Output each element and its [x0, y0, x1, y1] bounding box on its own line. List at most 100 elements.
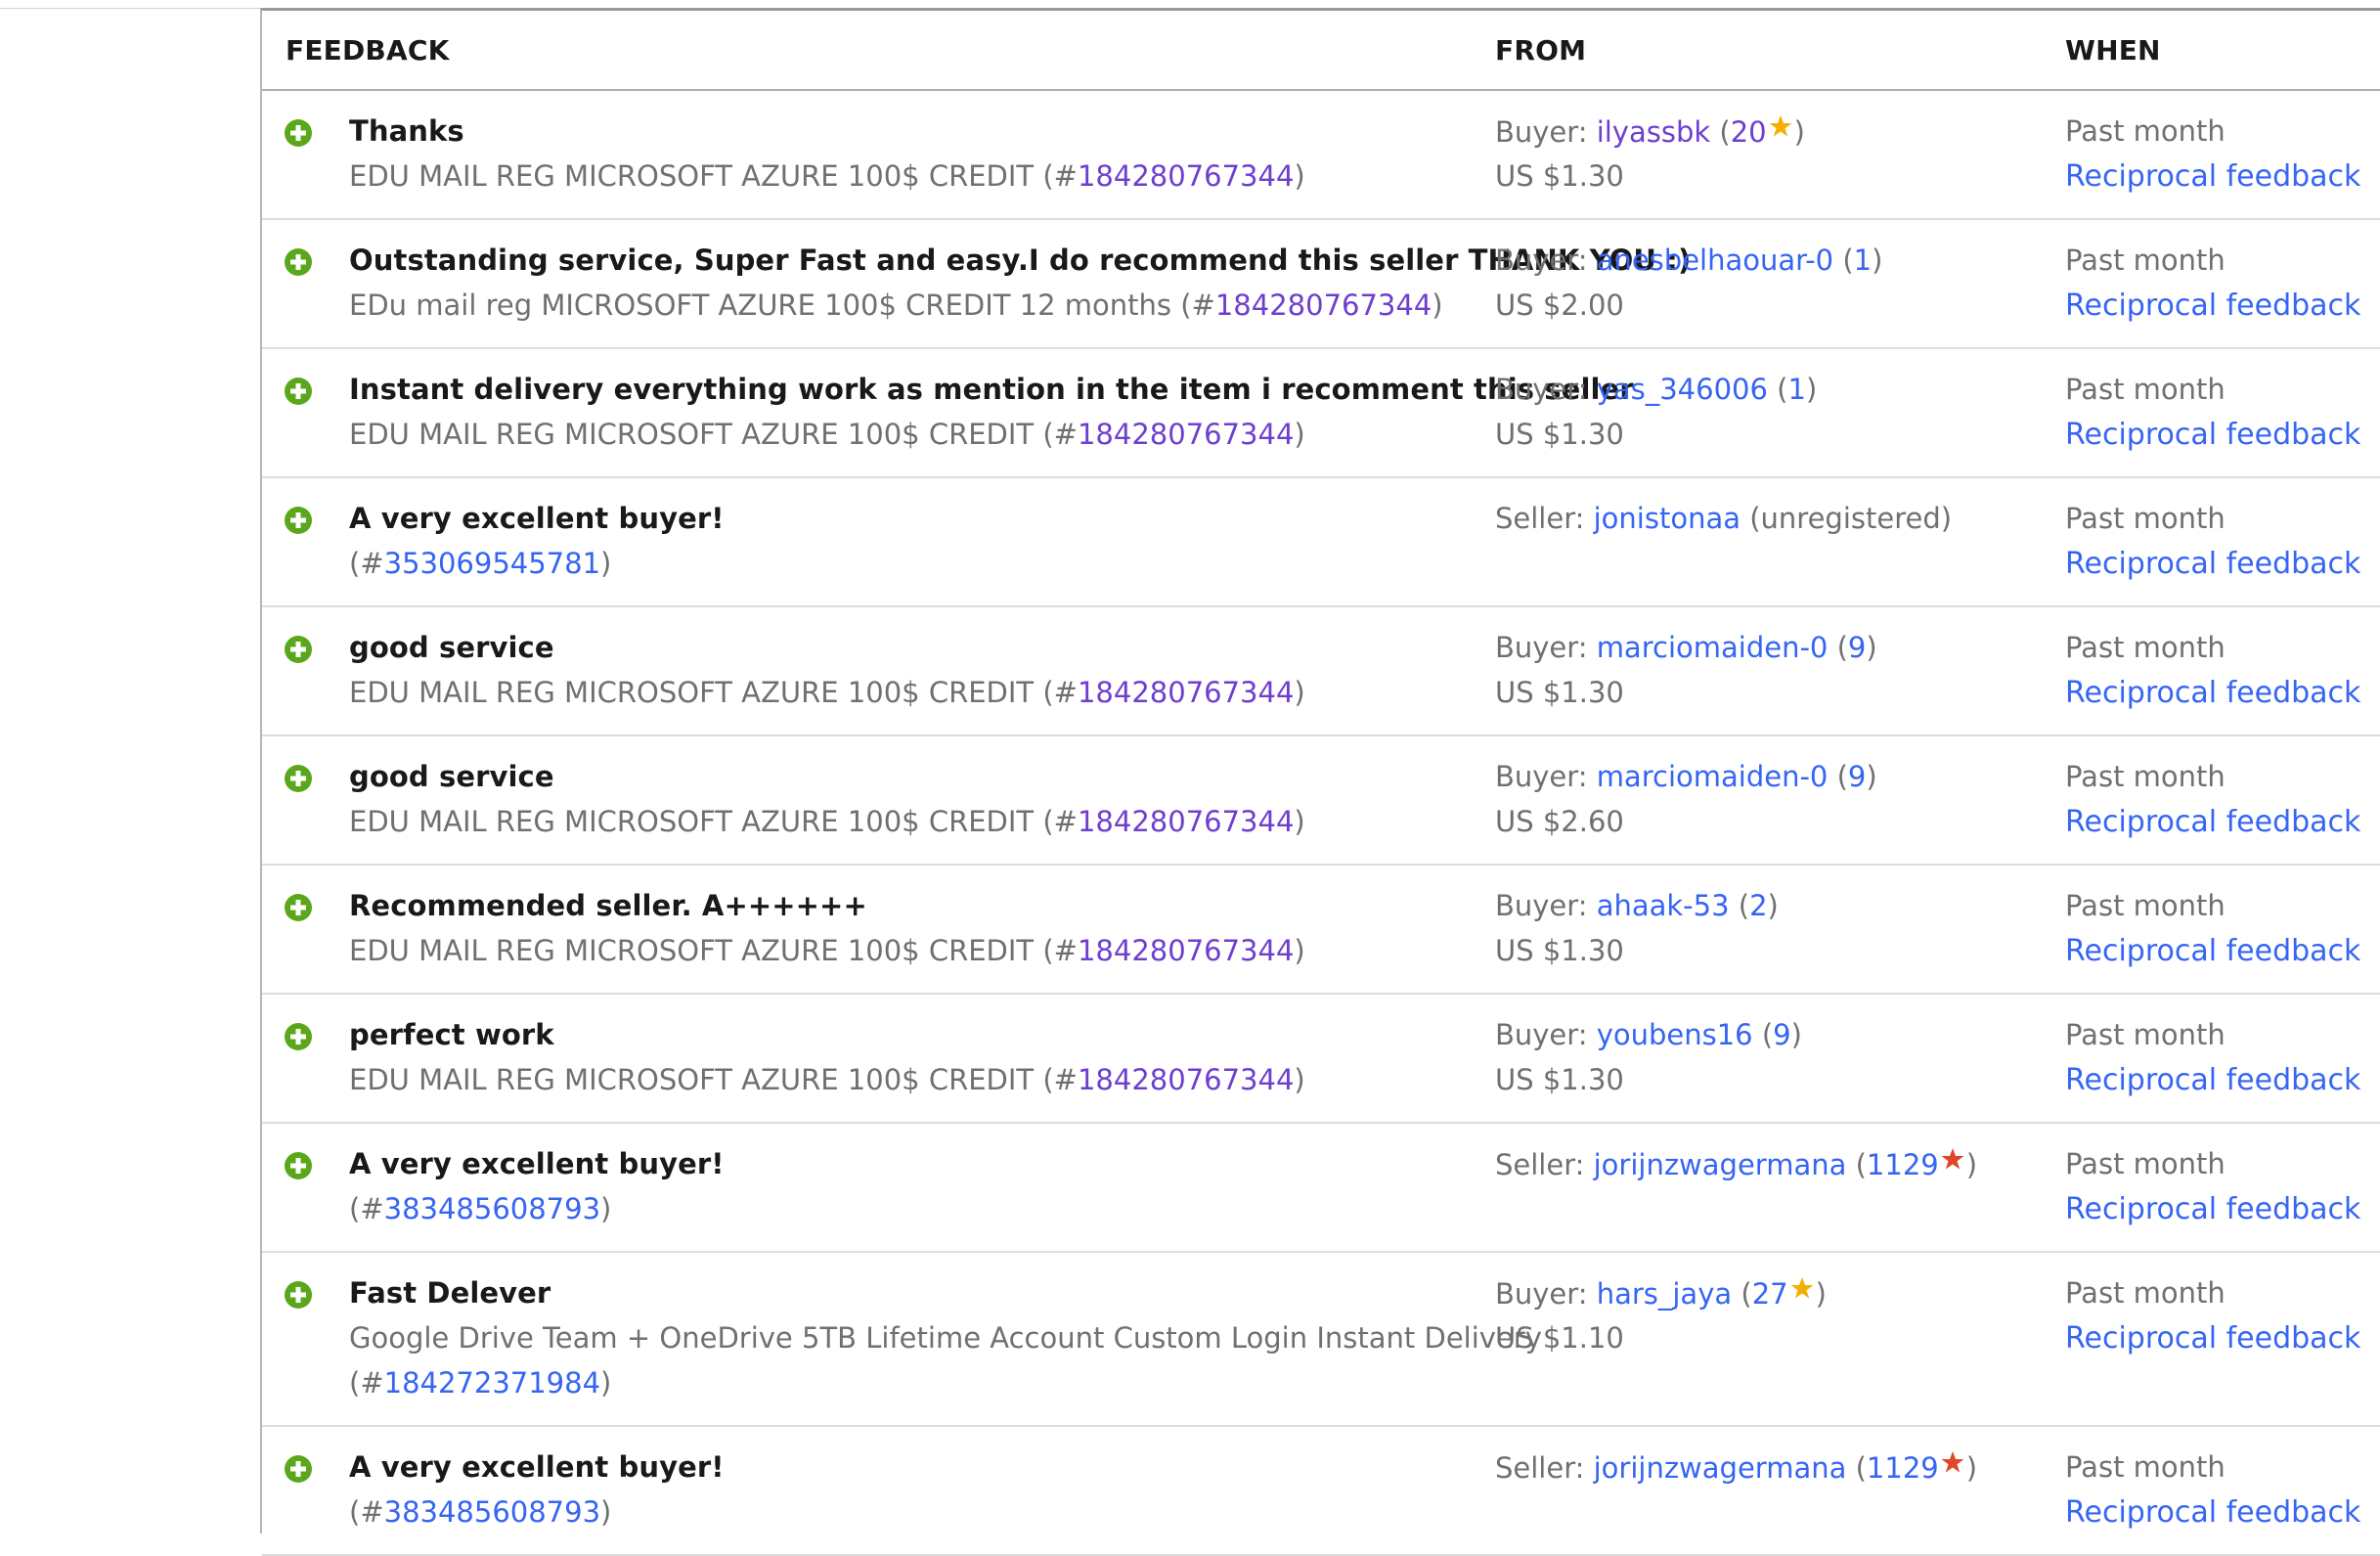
- feedback-score-link[interactable]: 1129: [1867, 1451, 1939, 1485]
- feedback-score-link[interactable]: 1: [1854, 244, 1872, 277]
- positive-feedback-icon: [285, 636, 312, 663]
- reciprocal-feedback-link[interactable]: Reciprocal feedback: [2065, 289, 2360, 323]
- item-number-link[interactable]: 184280767344: [1215, 289, 1432, 322]
- reciprocal-feedback-link[interactable]: Reciprocal feedback: [2065, 547, 2360, 581]
- from-cell: Seller: jonistonaa (unregistered): [1495, 502, 1953, 535]
- reciprocal-feedback-link[interactable]: Reciprocal feedback: [2065, 159, 2360, 194]
- when-text: Past month: [2065, 1147, 2226, 1180]
- from-cell: Buyer: marciomaiden-0 (9): [1495, 631, 1877, 664]
- user-link[interactable]: jorijnzwagermana: [1594, 1451, 1847, 1485]
- feedback-score-link[interactable]: 1: [1787, 373, 1805, 406]
- table-row: A very excellent buyer! (#353069545781) …: [262, 478, 2380, 607]
- reciprocal-feedback-link[interactable]: Reciprocal feedback: [2065, 1321, 2360, 1356]
- price: US $2.00: [1495, 289, 1624, 322]
- from-cell: Buyer: youbens16 (9): [1495, 1018, 1802, 1051]
- user-link[interactable]: anesbelhaouar-0: [1597, 244, 1833, 277]
- feedback-score-link[interactable]: 2: [1749, 889, 1767, 922]
- feedback-comment: Fast Delever: [349, 1276, 551, 1310]
- positive-feedback-icon: [285, 507, 312, 534]
- star-yellow-icon: [1790, 1277, 1814, 1299]
- item-number-link[interactable]: 383485608793: [384, 1192, 600, 1225]
- feedback-comment: Recommended seller. A++++++: [349, 889, 867, 922]
- item-number-link[interactable]: 383485608793: [384, 1495, 600, 1529]
- feedback-score-link[interactable]: 20: [1731, 115, 1767, 149]
- positive-feedback-icon: [285, 378, 312, 405]
- feedback-score-link[interactable]: 9: [1773, 1018, 1790, 1051]
- positive-feedback-icon: [285, 248, 312, 276]
- feedback-score-link[interactable]: 9: [1848, 760, 1866, 793]
- reciprocal-feedback-link[interactable]: Reciprocal feedback: [2065, 1495, 2360, 1530]
- user-link[interactable]: yas_346006: [1597, 373, 1768, 406]
- when-text: Past month: [2065, 373, 2226, 406]
- price: US $2.60: [1495, 805, 1624, 838]
- feedback-score-link[interactable]: 9: [1848, 631, 1866, 664]
- positive-feedback-icon: [285, 1023, 312, 1050]
- item-number-link[interactable]: 184272371984: [384, 1366, 600, 1400]
- reciprocal-feedback-link[interactable]: Reciprocal feedback: [2065, 805, 2360, 839]
- item-description: EDU MAIL REG MICROSOFT AZURE 100$ CREDIT…: [349, 676, 1305, 709]
- user-link[interactable]: jorijnzwagermana: [1594, 1148, 1847, 1181]
- table-row: Fast Delever Google Drive Team + OneDriv…: [262, 1253, 2380, 1427]
- when-text: Past month: [2065, 760, 2226, 793]
- positive-feedback-icon: [285, 119, 312, 147]
- when-text: Past month: [2065, 114, 2226, 148]
- positive-feedback-icon: [285, 1281, 312, 1309]
- reciprocal-feedback-link[interactable]: Reciprocal feedback: [2065, 676, 2360, 710]
- feedback-comment: Instant delivery everything work as ment…: [349, 373, 1634, 406]
- user-link[interactable]: youbens16: [1597, 1018, 1753, 1051]
- price: US $1.30: [1495, 934, 1624, 967]
- table-row: good service EDU MAIL REG MICROSOFT AZUR…: [262, 736, 2380, 866]
- from-cell: Seller: jorijnzwagermana (1129): [1495, 1451, 1978, 1485]
- table-row: A very excellent buyer! (#383485608793) …: [262, 1427, 2380, 1556]
- item-number-link[interactable]: 184280767344: [1078, 1063, 1294, 1096]
- feedback-table: FEEDBACK FROM WHEN Thanks EDU MAIL REG M…: [260, 8, 2380, 1556]
- feedback-score-link[interactable]: 27: [1752, 1277, 1788, 1311]
- when-text: Past month: [2065, 631, 2226, 664]
- feedback-comment: A very excellent buyer!: [349, 502, 725, 535]
- feedback-comment: A very excellent buyer!: [349, 1147, 725, 1180]
- feedback-comment: good service: [349, 631, 554, 664]
- table-row: Instant delivery everything work as ment…: [262, 349, 2380, 478]
- item-number-link[interactable]: 184280767344: [1078, 934, 1294, 967]
- table-header: FEEDBACK FROM WHEN: [262, 11, 2380, 91]
- positive-feedback-icon: [285, 894, 312, 921]
- when-text: Past month: [2065, 889, 2226, 922]
- item-number-link[interactable]: 184280767344: [1078, 805, 1294, 838]
- header-when: WHEN: [2065, 34, 2161, 67]
- table-row: A very excellent buyer! (#383485608793) …: [262, 1124, 2380, 1253]
- reciprocal-feedback-link[interactable]: Reciprocal feedback: [2065, 1192, 2360, 1226]
- item-description: Google Drive Team + OneDrive 5TB Lifetim…: [349, 1321, 1542, 1355]
- item-description: (#353069545781): [349, 547, 612, 580]
- price: US $1.30: [1495, 1063, 1624, 1096]
- when-text: Past month: [2065, 1276, 2226, 1310]
- user-link[interactable]: marciomaiden-0: [1597, 631, 1829, 664]
- feedback-comment: perfect work: [349, 1018, 554, 1051]
- feedback-comment: Thanks: [349, 114, 464, 148]
- item-number-link[interactable]: 184280767344: [1078, 159, 1294, 193]
- table-row: Recommended seller. A++++++ EDU MAIL REG…: [262, 866, 2380, 995]
- from-cell: Buyer: ilyassbk (20): [1495, 115, 1805, 149]
- table-row: perfect work EDU MAIL REG MICROSOFT AZUR…: [262, 995, 2380, 1124]
- user-link[interactable]: ahaak-53: [1597, 889, 1730, 922]
- positive-feedback-icon: [285, 1455, 312, 1483]
- user-link[interactable]: hars_jaya: [1597, 1277, 1732, 1311]
- from-cell: Buyer: hars_jaya (27): [1495, 1277, 1827, 1311]
- user-link[interactable]: marciomaiden-0: [1597, 760, 1829, 793]
- reciprocal-feedback-link[interactable]: Reciprocal feedback: [2065, 418, 2360, 452]
- item-number-link[interactable]: 184280767344: [1078, 676, 1294, 709]
- when-text: Past month: [2065, 1018, 2226, 1051]
- item-number-link[interactable]: 353069545781: [384, 547, 600, 580]
- user-link[interactable]: jonistonaa: [1594, 502, 1741, 535]
- user-link[interactable]: ilyassbk: [1597, 115, 1710, 149]
- price: US $1.10: [1495, 1321, 1624, 1355]
- item-number-link[interactable]: 184280767344: [1078, 418, 1294, 451]
- item-description: EDU MAIL REG MICROSOFT AZURE 100$ CREDIT…: [349, 159, 1305, 193]
- reciprocal-feedback-link[interactable]: Reciprocal feedback: [2065, 1063, 2360, 1097]
- price: US $1.30: [1495, 418, 1624, 451]
- item-number-line: (#184272371984): [349, 1366, 612, 1400]
- when-text: Past month: [2065, 502, 2226, 535]
- feedback-score-link[interactable]: 1129: [1867, 1148, 1939, 1181]
- from-cell: Buyer: ahaak-53 (2): [1495, 889, 1779, 922]
- reciprocal-feedback-link[interactable]: Reciprocal feedback: [2065, 934, 2360, 968]
- price: US $1.30: [1495, 676, 1624, 709]
